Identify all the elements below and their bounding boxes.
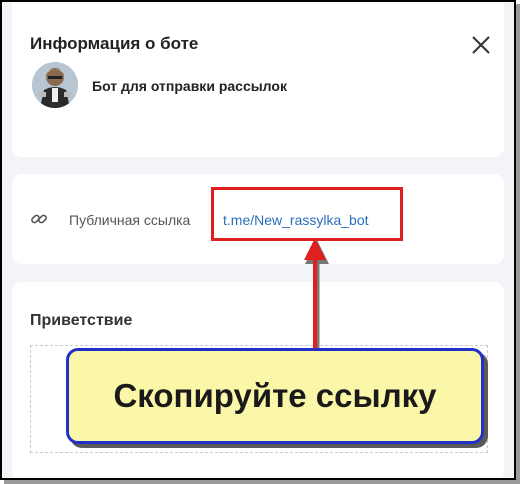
highlight-box	[211, 187, 403, 241]
window-shadow-right	[516, 4, 520, 484]
bot-name: Бот для отправки рассылок	[92, 78, 287, 94]
avatar	[32, 62, 78, 108]
dialog-title: Информация о боте	[30, 34, 199, 53]
public-link-card: Публичная ссылка t.me/New_rassylka_bot	[12, 174, 504, 264]
public-link-label: Публичная ссылка	[69, 212, 191, 228]
window-shadow-bottom	[4, 480, 520, 484]
link-icon	[30, 210, 48, 228]
bot-info-card: Информация о боте Бот для отправки рассы…	[12, 2, 504, 157]
close-icon[interactable]	[468, 32, 494, 58]
arrow-up-icon	[300, 238, 330, 356]
instruction-callout: Скопируйте ссылку	[66, 348, 484, 444]
callout-text: Скопируйте ссылку	[113, 377, 437, 414]
greeting-title: Приветствие	[30, 312, 133, 329]
